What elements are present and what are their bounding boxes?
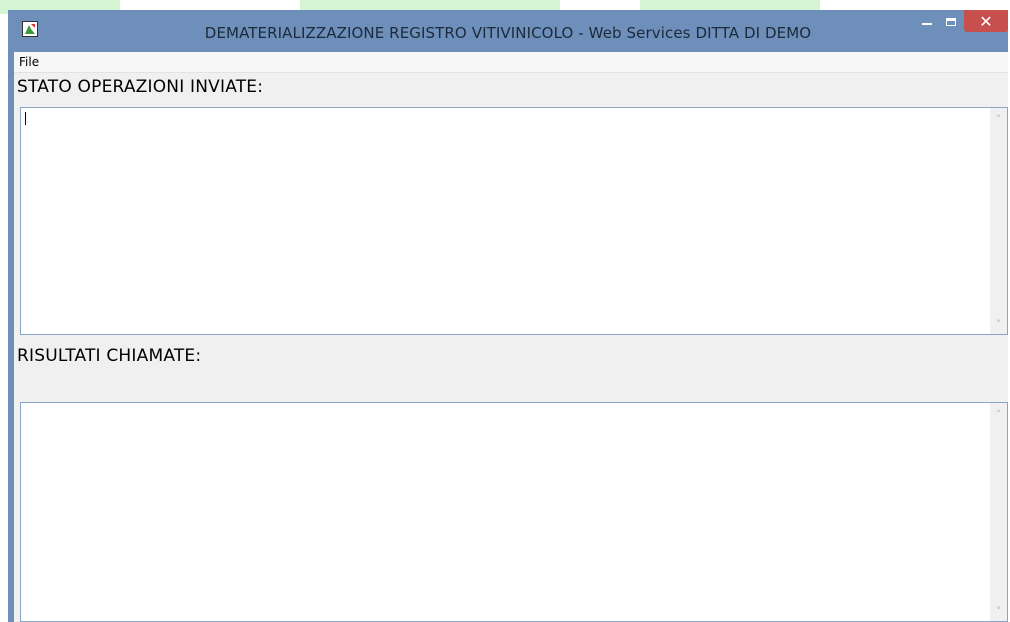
minimize-button[interactable] — [916, 10, 938, 32]
close-button[interactable]: ✕ — [964, 10, 1008, 32]
scroll-down-arrow-icon[interactable]: ˅ — [990, 318, 1007, 331]
client-area: File STATO OPERAZIONI INVIATE: ˄ ˅ RISUL… — [14, 52, 1008, 622]
menu-bar: File — [14, 52, 1008, 73]
scroll-up-arrow-icon[interactable]: ˄ — [990, 113, 1007, 126]
call-results-label: RISULTATI CHIAMATE: — [17, 346, 202, 366]
window-title: DEMATERIALIZZAZIONE REGISTRO VITIVINICOL… — [204, 24, 812, 42]
vertical-scrollbar[interactable]: ˄ ˅ — [990, 108, 1007, 334]
close-icon: ✕ — [979, 12, 993, 31]
menu-file[interactable]: File — [19, 55, 39, 69]
app-window: DEMATERIALIZZAZIONE REGISTRO VITIVINICOL… — [8, 10, 1008, 622]
minimize-icon — [922, 23, 932, 25]
scroll-down-arrow-icon[interactable]: ˅ — [990, 605, 1007, 618]
maximize-button[interactable] — [940, 10, 962, 32]
scroll-up-arrow-icon[interactable]: ˄ — [990, 408, 1007, 421]
sent-operations-textarea[interactable]: ˄ ˅ — [20, 107, 1008, 335]
maximize-icon — [946, 18, 956, 26]
vertical-scrollbar[interactable]: ˄ ˅ — [990, 403, 1007, 621]
text-caret — [25, 112, 26, 125]
sent-operations-label: STATO OPERAZIONI INVIATE: — [17, 77, 264, 97]
call-results-textarea[interactable]: ˄ ˅ — [20, 402, 1008, 622]
title-bar[interactable]: DEMATERIALIZZAZIONE REGISTRO VITIVINICOL… — [8, 10, 1008, 52]
